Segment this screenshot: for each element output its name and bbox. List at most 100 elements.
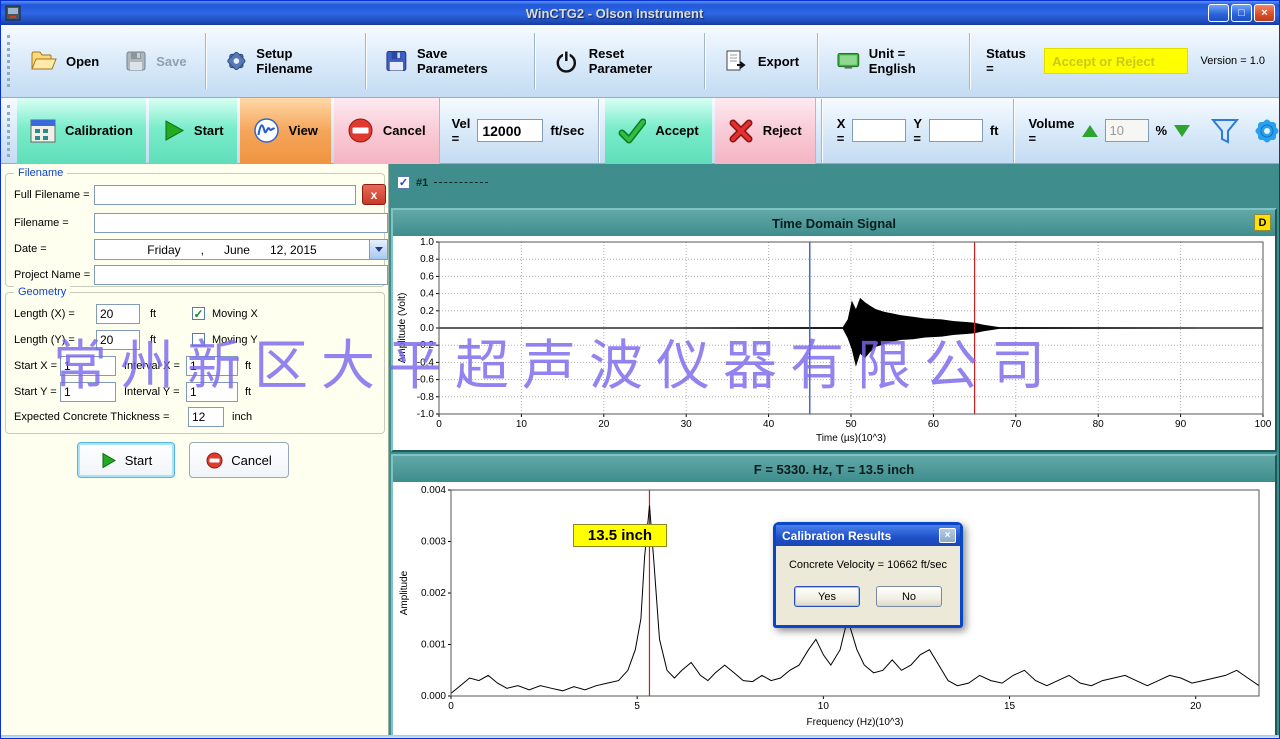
window-title: WinCTG2 - Olson Instrument bbox=[21, 6, 1208, 21]
dropdown-arrow-button[interactable] bbox=[369, 240, 387, 259]
checkmark-icon: ✓ bbox=[193, 309, 203, 319]
start-acquisition-button[interactable]: Start bbox=[149, 98, 237, 164]
svg-text:0.0: 0.0 bbox=[420, 323, 434, 334]
status-label: Status = bbox=[986, 46, 1034, 76]
position-group: X = Y = ft bbox=[828, 116, 1008, 146]
trace-legend-dash bbox=[434, 182, 488, 183]
calibration-button[interactable]: Calibration bbox=[17, 98, 146, 164]
interval-y-unit: ft bbox=[245, 381, 251, 403]
cancel-scan-button[interactable]: Cancel bbox=[189, 442, 289, 478]
velocity-input[interactable] bbox=[477, 119, 543, 142]
moving-y-checkbox[interactable] bbox=[192, 333, 205, 346]
unit-toggle-button[interactable]: Unit = English bbox=[826, 30, 962, 92]
svg-text:70: 70 bbox=[1010, 419, 1022, 430]
export-icon bbox=[724, 49, 749, 73]
start-scan-button[interactable]: Start bbox=[77, 442, 175, 478]
open-label: Open bbox=[66, 54, 99, 69]
close-button[interactable]: × bbox=[1254, 4, 1275, 22]
toolbar-tail-icons bbox=[1202, 116, 1280, 146]
length-x-unit: ft bbox=[150, 303, 156, 325]
volume-input[interactable] bbox=[1105, 119, 1149, 142]
length-y-input[interactable] bbox=[96, 330, 140, 350]
yes-button[interactable]: Yes bbox=[794, 586, 860, 607]
thickness-label: Expected Concrete Thickness = bbox=[14, 406, 169, 428]
view-button[interactable]: View bbox=[240, 98, 331, 164]
svg-text:Amplitude: Amplitude bbox=[399, 570, 410, 615]
setup-panel: Filename Full Filename = x Filename = Da… bbox=[1, 164, 389, 739]
settings-gear-icon[interactable] bbox=[1252, 116, 1280, 146]
project-name-input[interactable] bbox=[94, 265, 388, 285]
y-label: Y = bbox=[913, 116, 921, 146]
svg-text:60: 60 bbox=[928, 419, 940, 430]
toolbar-separator bbox=[821, 99, 823, 163]
svg-text:0.8: 0.8 bbox=[420, 254, 434, 265]
minimize-button[interactable]: _ bbox=[1208, 4, 1229, 22]
reset-parameter-label: Reset Parameter bbox=[589, 46, 686, 76]
interval-y-input[interactable] bbox=[186, 382, 238, 402]
cancel-acquisition-button[interactable]: Cancel bbox=[334, 98, 440, 164]
toolbar-grip bbox=[7, 105, 10, 157]
maximize-icon: □ bbox=[1238, 7, 1245, 19]
svg-text:-1.0: -1.0 bbox=[417, 409, 435, 420]
interval-x-input[interactable] bbox=[186, 356, 238, 376]
thickness-unit: inch bbox=[232, 406, 252, 428]
cancel-scan-label: Cancel bbox=[231, 453, 271, 468]
unit-label: Unit = English bbox=[869, 46, 951, 76]
open-button[interactable]: Open bbox=[19, 30, 110, 92]
velocity-label: Vel = bbox=[452, 116, 471, 146]
full-filename-input[interactable] bbox=[94, 185, 356, 205]
save-parameters-button[interactable]: Save Parameters bbox=[374, 30, 527, 92]
maximize-button[interactable]: □ bbox=[1231, 4, 1252, 22]
volume-down-icon[interactable] bbox=[1174, 125, 1190, 137]
accept-label: Accept bbox=[655, 123, 698, 138]
interval-x-label: Interval X = bbox=[124, 355, 180, 377]
setup-filename-button[interactable]: Setup Filename bbox=[214, 30, 359, 92]
no-button[interactable]: No bbox=[876, 586, 942, 607]
d-button[interactable]: D bbox=[1254, 214, 1271, 231]
moving-y-label: Moving Y bbox=[212, 329, 258, 351]
trace-label: #1 bbox=[416, 177, 428, 189]
volume-up-icon[interactable] bbox=[1082, 125, 1098, 137]
length-x-input[interactable] bbox=[96, 304, 140, 324]
reset-parameter-button[interactable]: Reset Parameter bbox=[543, 30, 697, 92]
filter-icon[interactable] bbox=[1210, 117, 1240, 145]
start-scan-label: Start bbox=[125, 453, 152, 468]
svg-text:20: 20 bbox=[1190, 701, 1202, 712]
trace-checkbox[interactable]: ✓ bbox=[397, 176, 410, 189]
filename-input[interactable] bbox=[94, 213, 388, 233]
moving-x-checkbox[interactable]: ✓ bbox=[192, 307, 205, 320]
reject-button[interactable]: Reject bbox=[715, 98, 816, 164]
svg-text:-0.2: -0.2 bbox=[417, 340, 435, 351]
dialog-titlebar[interactable]: Calibration Results × bbox=[776, 525, 960, 546]
date-picker[interactable]: Friday , June 12, 2015 bbox=[94, 239, 388, 260]
power-icon bbox=[554, 48, 580, 75]
accept-button[interactable]: Accept bbox=[605, 98, 711, 164]
time-chart-title: Time Domain Signal bbox=[772, 216, 896, 231]
svg-text:Amplitude (Volt): Amplitude (Volt) bbox=[397, 293, 408, 364]
filename-group: Filename Full Filename = x Filename = Da… bbox=[5, 173, 385, 287]
export-button[interactable]: Export bbox=[713, 30, 810, 92]
geometry-group: Geometry Length (X) = ft ✓ Moving X Leng… bbox=[5, 292, 385, 434]
dialog-buttons: Yes No bbox=[776, 586, 960, 607]
toolbar-separator bbox=[704, 33, 706, 89]
check-icon bbox=[618, 118, 646, 144]
svg-text:10: 10 bbox=[516, 419, 528, 430]
start-y-input[interactable] bbox=[60, 382, 116, 402]
toolbar-grip bbox=[7, 35, 11, 87]
thickness-input[interactable] bbox=[188, 407, 224, 427]
dialog-title: Calibration Results bbox=[782, 529, 891, 543]
dialog-close-button[interactable]: × bbox=[939, 528, 956, 543]
save-button[interactable]: Save bbox=[114, 30, 197, 92]
trace-toggle[interactable]: ✓ #1 bbox=[397, 176, 488, 189]
geometry-group-title: Geometry bbox=[14, 286, 70, 298]
date-label: Date = bbox=[14, 238, 47, 260]
start-x-input[interactable] bbox=[60, 356, 116, 376]
svg-text:Frequency (Hz)(10^3): Frequency (Hz)(10^3) bbox=[807, 717, 904, 728]
y-input[interactable] bbox=[929, 119, 983, 142]
reject-label: Reject bbox=[763, 123, 802, 138]
clear-filename-button[interactable]: x bbox=[362, 184, 386, 205]
x-input[interactable] bbox=[852, 119, 906, 142]
action-toolbar: Calibration Start View Cancel Vel = bbox=[1, 98, 1280, 164]
frequency-chart: F = 5330. Hz, T = 13.5 inch 051015200.00… bbox=[391, 454, 1277, 738]
filename-label: Filename = bbox=[14, 212, 69, 234]
